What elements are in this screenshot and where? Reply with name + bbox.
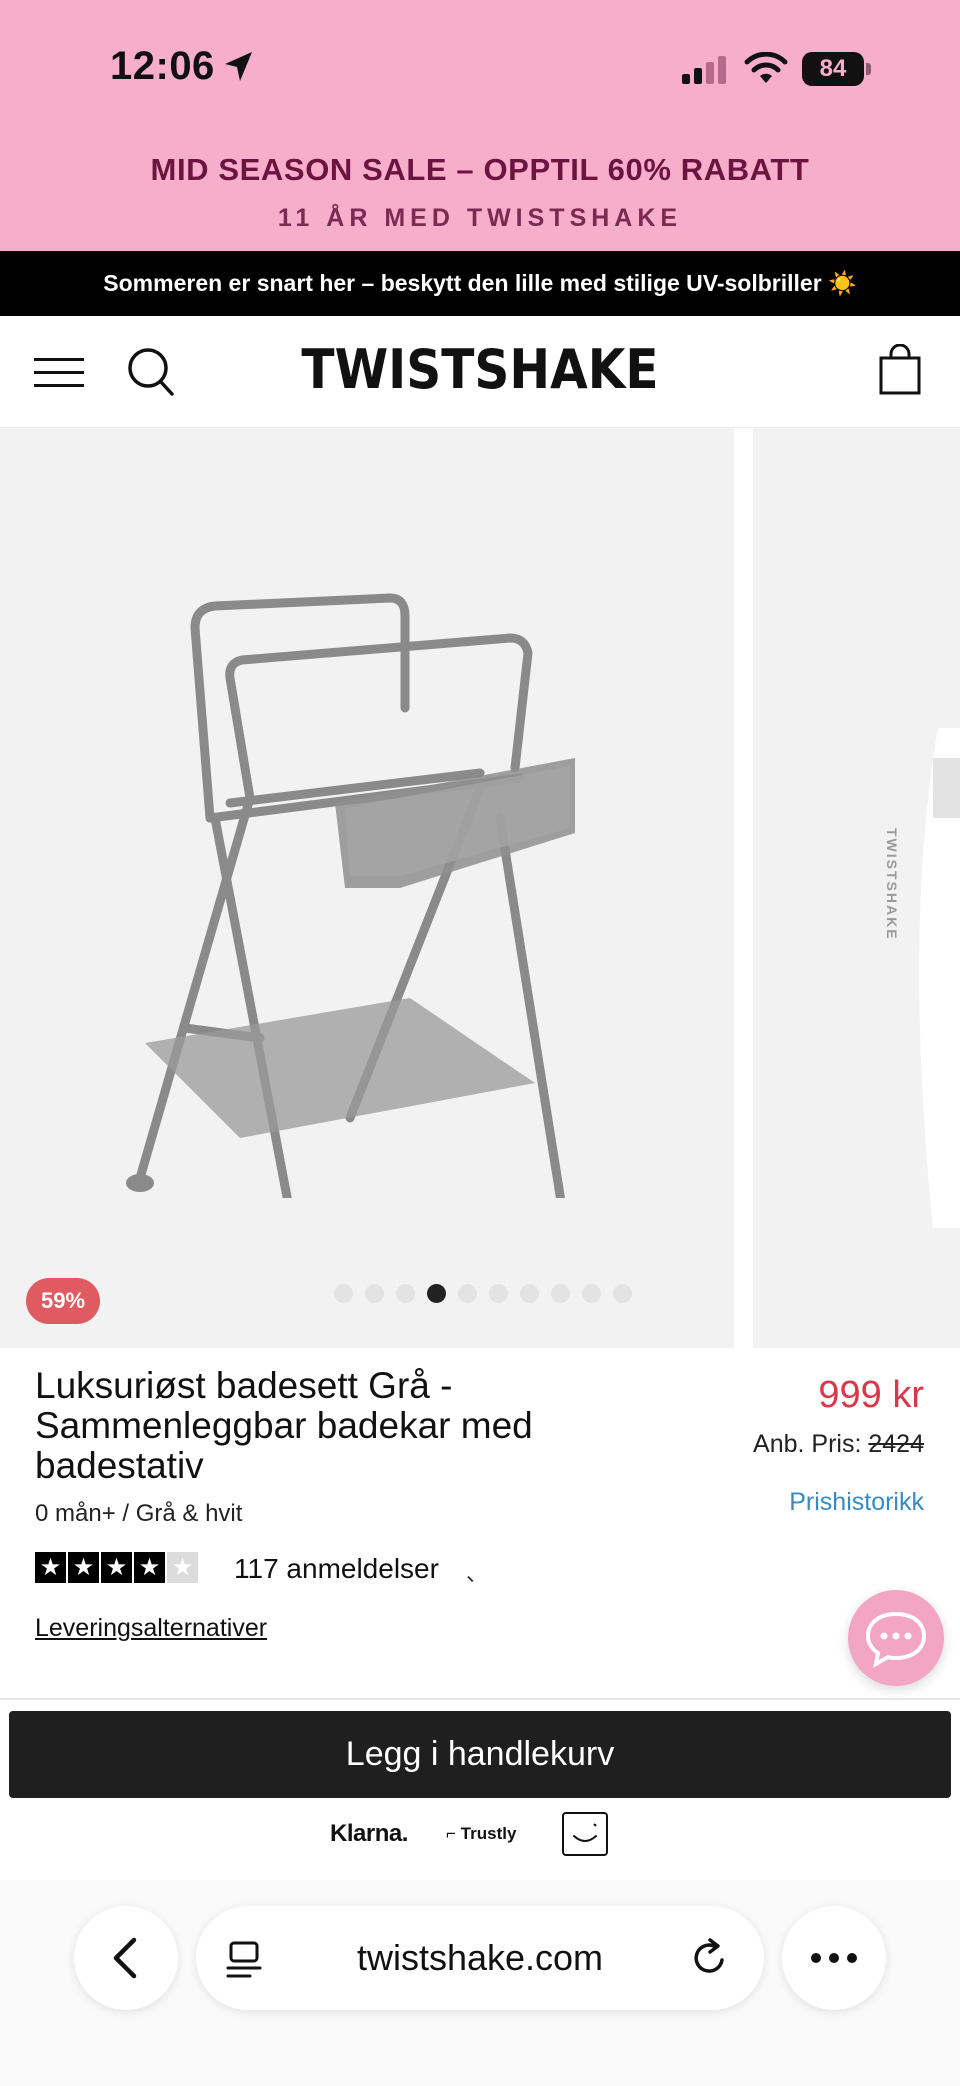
payment-methods: Klarna. ⌐ Trustly xyxy=(0,1812,960,1858)
gallery-dot[interactable] xyxy=(365,1284,384,1303)
gallery-dot[interactable] xyxy=(520,1284,539,1303)
reviews-mark: 、 xyxy=(466,1561,489,1586)
compare-price-value: 2424 xyxy=(868,1430,924,1458)
promo-subtitle: 11 ÅR MED TWISTSHAKE xyxy=(277,204,683,232)
rating-stars[interactable]: ★ ★ ★ ★ ★ xyxy=(35,1552,198,1583)
gallery-dot[interactable] xyxy=(613,1284,632,1303)
url-text[interactable]: twistshake.com xyxy=(196,1906,764,2010)
klarna-logo: Klarna. xyxy=(330,1820,408,1847)
trustly-logo: ⌐ Trustly xyxy=(446,1824,516,1844)
trustly-label: Trustly xyxy=(460,1824,517,1843)
location-arrow-icon xyxy=(225,52,252,81)
star-empty-icon: ★ xyxy=(167,1552,198,1583)
gallery-dot[interactable] xyxy=(582,1284,601,1303)
compare-label: Anb. Pris: xyxy=(753,1430,862,1458)
add-to-cart-button[interactable]: Legg i handlekurv xyxy=(9,1711,951,1798)
url-bar[interactable]: twistshake.com xyxy=(196,1906,764,2010)
more-button[interactable] xyxy=(782,1906,886,2010)
star-filled-icon: ★ xyxy=(68,1552,99,1583)
next-image-preview xyxy=(919,728,960,1228)
more-dots-icon xyxy=(811,1953,857,1963)
gallery-pagination[interactable] xyxy=(334,1284,632,1304)
gallery-dot-active[interactable] xyxy=(427,1284,446,1303)
divider xyxy=(0,1698,960,1700)
star-filled-icon: ★ xyxy=(101,1552,132,1583)
gallery-dot[interactable] xyxy=(551,1284,570,1303)
gallery-dot[interactable] xyxy=(458,1284,477,1303)
site-header: TWISTSHAKE xyxy=(0,316,960,428)
trustly-mark: ⌐ xyxy=(446,1824,456,1843)
battery-icon: 84 xyxy=(802,52,872,86)
gallery-dot[interactable] xyxy=(489,1284,508,1303)
product-image-slide[interactable]: 59% xyxy=(0,428,734,1348)
chat-icon xyxy=(865,1611,927,1668)
next-slide-wordmark: TWISTSHAKE xyxy=(884,828,900,941)
product-price: 999 kr xyxy=(818,1374,924,1416)
announcement-bar[interactable]: Sommeren er snart her – beskytt den lill… xyxy=(0,251,960,316)
back-button[interactable] xyxy=(74,1906,178,2010)
battery-level: 84 xyxy=(802,52,864,86)
star-filled-icon: ★ xyxy=(35,1552,66,1583)
promo-title[interactable]: MID SEASON SALE – OPPTIL 60% RABATT xyxy=(0,152,960,188)
cellular-signal-icon xyxy=(682,56,726,84)
back-chevron-icon xyxy=(113,1937,137,1979)
chat-button[interactable] xyxy=(848,1590,944,1686)
gallery-dot[interactable] xyxy=(334,1284,353,1303)
reload-icon[interactable] xyxy=(690,1938,730,1978)
smile-icon xyxy=(573,1823,597,1842)
product-title: Luksuriøst badesett Grå - Sammenleggbar … xyxy=(35,1365,533,1486)
wifi-icon xyxy=(744,52,788,83)
delivery-options-link[interactable]: Leveringsalternativer xyxy=(35,1614,267,1643)
site-logo[interactable]: TWISTSHAKE xyxy=(48,338,912,401)
price-history-link[interactable]: Prishistorikk xyxy=(789,1488,924,1517)
bath-stand-image xyxy=(126,593,575,1198)
product-gallery[interactable]: 59% TWISTSHAKE xyxy=(0,428,960,1348)
compare-price: Anb. Pris: 2424 xyxy=(753,1430,924,1459)
product-variant: 0 mån+ / Grå & hvit xyxy=(35,1500,243,1527)
shopping-bag-icon[interactable] xyxy=(878,344,922,396)
star-filled-icon: ★ xyxy=(134,1552,165,1583)
gallery-dot[interactable] xyxy=(396,1284,415,1303)
status-time: 12:06 xyxy=(110,44,215,88)
next-product-image-slide[interactable] xyxy=(753,428,960,1348)
discount-badge: 59% xyxy=(26,1278,100,1324)
battery-cap xyxy=(866,63,871,75)
smile-payment-icon xyxy=(562,1812,608,1856)
reviews-link[interactable]: 117 anmeldelser xyxy=(234,1553,439,1585)
